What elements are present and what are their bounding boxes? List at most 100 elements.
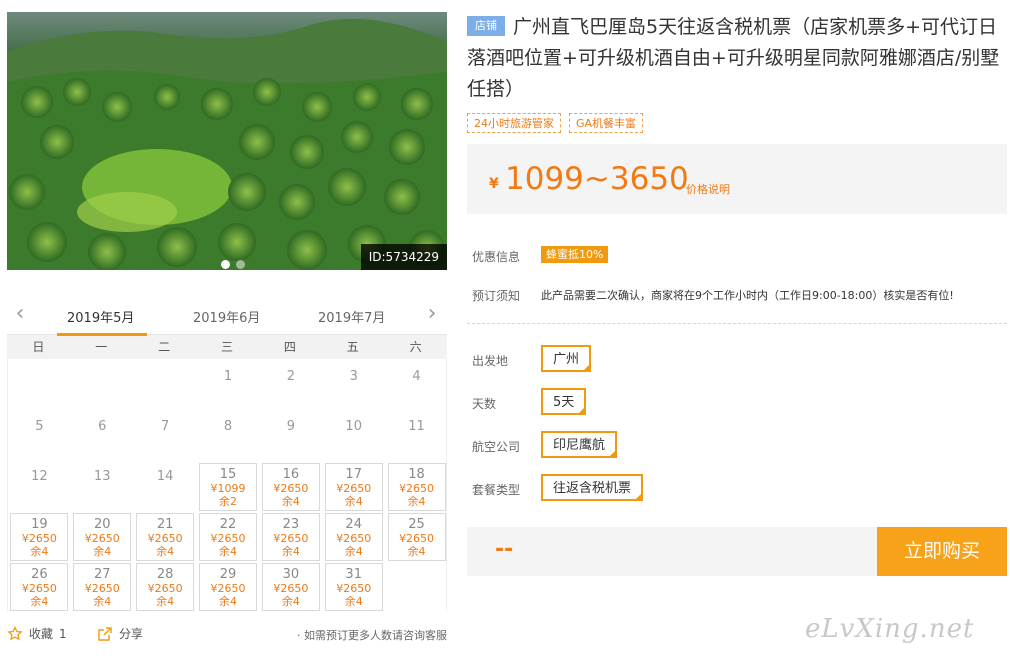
day-number: 11 [408, 419, 425, 434]
day-remaining: 余4 [93, 545, 112, 558]
active-month-indicator [57, 333, 147, 336]
day-number: 7 [161, 419, 170, 434]
weekday-label: 六 [409, 340, 422, 354]
divider [467, 323, 1007, 324]
day-remaining: 余4 [156, 545, 175, 558]
tab-month[interactable]: 2019年7月 [318, 307, 385, 326]
day-remaining: 余4 [344, 595, 363, 608]
day-remaining: 余4 [281, 495, 300, 508]
day-price: ¥2650 [210, 532, 246, 545]
day-remaining: 余2 [219, 495, 237, 508]
day-price: ¥2650 [84, 532, 120, 545]
next-month-arrow-icon[interactable]: › [421, 303, 443, 325]
favorite-button[interactable]: 收藏 1 [7, 625, 67, 642]
feature-tag: GA机餐丰富 [569, 113, 644, 133]
calendar-day-available[interactable]: 28 ¥2650 余4 [136, 563, 195, 611]
day-remaining: 余4 [30, 595, 49, 608]
day-remaining: 余4 [93, 595, 112, 608]
total-price: -- [495, 537, 514, 562]
day-price: ¥2650 [21, 532, 57, 545]
day-number: 3 [349, 369, 358, 384]
day-price: ¥2650 [336, 582, 372, 595]
calendar-day: 14 [136, 463, 194, 511]
calendar-day: 5 [10, 413, 68, 461]
calendar-day: 1 [199, 363, 257, 411]
prev-month-arrow-icon[interactable]: ‹ [9, 303, 31, 325]
day-price: ¥2650 [273, 482, 309, 495]
day-number: 10 [345, 419, 362, 434]
calendar-day-available[interactable]: 25 ¥2650 余4 [387, 513, 446, 561]
tab-month[interactable]: 2019年5月 [67, 307, 134, 326]
day-remaining: 余4 [30, 545, 49, 558]
day-number: 31 [345, 567, 362, 582]
buy-now-button[interactable]: 立即购买 [877, 527, 1007, 576]
day-price: ¥2650 [147, 582, 183, 595]
weekday-label: 一 [95, 340, 108, 354]
option-departure-button[interactable]: 广州 [541, 345, 592, 372]
calendar-day-available[interactable]: 30 ¥2650 余4 [261, 563, 320, 611]
favorite-count: 1 [59, 626, 67, 641]
day-remaining: 余4 [281, 545, 300, 558]
weekday-label: 五 [346, 340, 359, 354]
share-label: 分享 [119, 627, 144, 641]
calendar-day-available[interactable]: 20 ¥2650 余4 [73, 513, 132, 561]
weekday-header: 日 一 二 三 四 五 六 [7, 335, 447, 359]
weekday-label: 二 [158, 340, 171, 354]
month-tabs: ‹ 2019年5月 2019年6月 2019年7月 › [7, 297, 447, 336]
calendar-day-available[interactable]: 19 ¥2650 余4 [10, 513, 69, 561]
calendar-day: 4 [388, 363, 446, 411]
discount-label: 优惠信息 [472, 250, 521, 264]
option-package-button[interactable]: 往返含税机票 [541, 474, 644, 501]
calendar-day: 13 [73, 463, 131, 511]
day-number: 21 [156, 517, 174, 532]
day-number: 5 [35, 419, 44, 434]
shop-badge[interactable]: 店铺 [467, 16, 505, 36]
product-title: 广州直飞巴厘岛5天往返含税机票（店家机票多+可代订日落酒吧位置+可升级机酒自由+… [467, 16, 1000, 100]
calendar-day-available[interactable]: 31 ¥2650 余4 [324, 563, 383, 611]
day-remaining: 余4 [156, 595, 175, 608]
day-price: ¥2650 [147, 532, 183, 545]
share-icon [98, 626, 112, 641]
calendar-footer: 收藏 1 分享 · 如需预订更多人数请咨询客服 [7, 625, 447, 645]
calendar-day-available[interactable]: 24 ¥2650 余4 [324, 513, 383, 561]
day-number: 26 [31, 567, 48, 582]
day-number: 16 [282, 467, 300, 482]
day-remaining: 余4 [344, 545, 363, 558]
day-remaining: 余4 [344, 495, 363, 508]
carousel-dots [221, 260, 245, 269]
day-number: 15 [219, 467, 237, 482]
calendar-day-available[interactable]: 21 ¥2650 余4 [136, 513, 195, 561]
calendar-day-available[interactable]: 27 ¥2650 余4 [73, 563, 132, 611]
carousel-dot[interactable] [221, 260, 230, 269]
calendar-day-available[interactable]: 18 ¥2650 余4 [387, 463, 446, 511]
calendar-day: 6 [73, 413, 131, 461]
discount-value: 蜂蜜抵10% [541, 246, 609, 263]
option-days-button[interactable]: 5天 [541, 388, 587, 415]
option-label-package: 套餐类型 [472, 483, 521, 497]
option-label-departure: 出发地 [472, 354, 509, 368]
day-price: ¥2650 [336, 532, 372, 545]
carousel-dot[interactable] [236, 260, 245, 269]
calendar-day-available[interactable]: 17 ¥2650 余4 [324, 463, 383, 511]
calendar-day-available[interactable]: 23 ¥2650 余4 [261, 513, 320, 561]
total-bar: -- [467, 527, 877, 576]
calendar-day: 2 [262, 363, 320, 411]
day-price: ¥2650 [399, 482, 435, 495]
weekday-label: 日 [32, 340, 45, 354]
day-number: 23 [282, 517, 300, 532]
calendar-day-available[interactable]: 15 ¥1099 余2 [199, 463, 257, 511]
calendar-day: 3 [325, 363, 383, 411]
feature-tag: 24小时旅游管家 [467, 113, 561, 133]
calendar-day-available[interactable]: 26 ¥2650 余4 [10, 563, 69, 611]
share-button[interactable]: 分享 [97, 625, 143, 642]
booking-label: 预订须知 [472, 289, 521, 303]
day-number: 12 [31, 469, 48, 484]
price-explain-link[interactable]: 价格说明 [686, 181, 730, 197]
calendar-day-available[interactable]: 29 ¥2650 余4 [199, 563, 257, 611]
tab-month[interactable]: 2019年6月 [193, 307, 260, 326]
option-airline-button[interactable]: 印尼鹰航 [541, 431, 618, 458]
day-number: 2 [286, 369, 295, 384]
calendar-day-available[interactable]: 22 ¥2650 余4 [199, 513, 257, 561]
calendar-day: 8 [199, 413, 257, 461]
calendar-day-available[interactable]: 16 ¥2650 余4 [261, 463, 320, 511]
